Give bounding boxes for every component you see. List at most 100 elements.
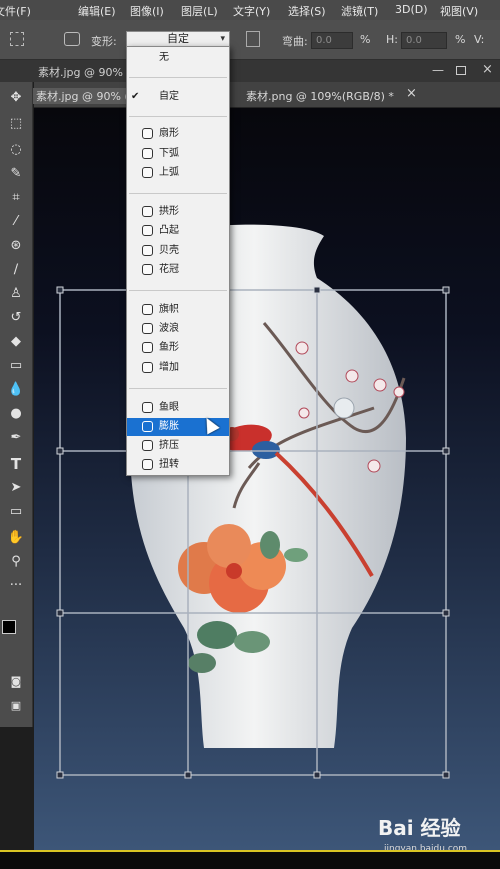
bend-percent: %: [360, 33, 371, 46]
dropdown-divider: [129, 290, 227, 291]
warp-style-dropdown: 无 ✔ 自定 扇形 下弧 上弧 拱形 凸起 贝壳 花冠 旗帜 波浪 鱼形 增加 …: [126, 46, 230, 476]
warp-style-select[interactable]: 自定 ▾: [126, 31, 230, 47]
options-bar: 变形: 弯曲: 0.0 % H: 0.0 % V:: [0, 20, 500, 60]
warp-option-bulge[interactable]: 凸起: [127, 222, 229, 240]
quick-mask-icon[interactable]: ◙: [4, 672, 28, 692]
dropdown-divider: [129, 116, 227, 117]
taskbar: [0, 850, 500, 869]
squeeze-icon: [142, 440, 153, 451]
menu-3d[interactable]: 3D(D): [395, 3, 428, 16]
fisheye-icon: [142, 402, 153, 413]
maximize-icon[interactable]: [456, 66, 466, 75]
brush-tool-icon[interactable]: ∕: [4, 260, 28, 280]
warp-label: 变形:: [91, 35, 117, 48]
warp-option-twist[interactable]: 扭转: [127, 456, 229, 474]
crop-tool-icon[interactable]: ⌗: [4, 188, 28, 208]
marquee-tool-icon[interactable]: ⬚: [4, 114, 28, 134]
pen-tool-icon[interactable]: ✒: [4, 428, 28, 448]
banner-icon: [142, 304, 153, 315]
warp-option-flag[interactable]: 花冠: [127, 261, 229, 279]
history-brush-icon[interactable]: ↺: [4, 308, 28, 328]
zoom-tool-icon[interactable]: ⚲: [4, 552, 28, 572]
h-percent: %: [455, 33, 466, 46]
bend-input[interactable]: 0.0: [311, 32, 353, 49]
stamp-tool-icon[interactable]: ♙: [4, 284, 28, 304]
warp-mode-icon[interactable]: [64, 32, 80, 46]
transform-icon[interactable]: [10, 32, 24, 46]
flag-icon: [142, 264, 153, 275]
tab-close-icon[interactable]: ×: [406, 86, 417, 101]
quick-select-tool-icon[interactable]: ✎: [4, 164, 28, 184]
menu-bar: 文件(F) 编辑(E) 图像(I) 图层(L) 文字(Y) 选择(S) 滤镜(T…: [0, 0, 500, 20]
shell-icon: [142, 245, 153, 256]
arc-lower-icon: [142, 148, 153, 159]
inflate-icon: [142, 421, 153, 432]
dropdown-divider: [129, 77, 227, 78]
more-tools-icon[interactable]: ···: [4, 576, 28, 596]
lasso-tool-icon[interactable]: ◌: [4, 140, 28, 160]
wave-icon: [142, 323, 153, 334]
move-tool-icon[interactable]: ✥: [4, 88, 28, 108]
warp-option-none[interactable]: 无: [127, 49, 229, 67]
eyedropper-tool-icon[interactable]: ⁄: [4, 212, 28, 232]
menu-edit[interactable]: 编辑(E): [78, 3, 116, 19]
tab-back-label[interactable]: 素材.jpg @ 90%: [38, 64, 123, 80]
minimize-icon[interactable]: —: [432, 63, 444, 77]
foreground-color-swatch[interactable]: [2, 620, 16, 634]
warp-option-banner[interactable]: 旗帜: [127, 301, 229, 319]
menu-image[interactable]: 图像(I): [130, 3, 164, 19]
tab-doc-1[interactable]: 素材.jpg @ 90% (: [30, 88, 135, 104]
h-input[interactable]: 0.0: [401, 32, 447, 49]
tools-panel: ✥ ⬚ ◌ ✎ ⌗ ⁄ ⊛ ∕ ♙ ↺ ◆ ▭ 💧 ● ✒ T ➤ ▭ ✋ ⚲ …: [0, 82, 33, 727]
warp-option-squeeze[interactable]: 挤压: [127, 437, 229, 455]
warp-option-wave[interactable]: 波浪: [127, 320, 229, 338]
warp-option-fish[interactable]: 鱼形: [127, 339, 229, 357]
menu-type[interactable]: 文字(Y): [233, 3, 270, 19]
warp-option-custom[interactable]: ✔ 自定: [127, 88, 229, 106]
menu-layer[interactable]: 图层(L): [181, 3, 218, 19]
arc-upper-icon: [142, 167, 153, 178]
vase-artwork: [56, 224, 450, 779]
orientation-icon[interactable]: [246, 31, 260, 47]
warp-option-fisheye[interactable]: 鱼眼: [127, 399, 229, 417]
tab-doc-2[interactable]: 素材.png @ 109%(RGB/8) *: [246, 88, 394, 104]
twist-icon: [142, 459, 153, 470]
warp-option-arch[interactable]: 拱形: [127, 203, 229, 221]
h-label: H:: [386, 33, 398, 46]
document-canvas[interactable]: [34, 108, 500, 850]
arc-icon: [142, 128, 153, 139]
document-tab-bar: 素材.jpg @ 90% ( 素材.png @ 109%(RGB/8) * ×: [30, 82, 500, 108]
eraser-tool-icon[interactable]: ◆: [4, 332, 28, 352]
blur-tool-icon[interactable]: 💧: [4, 380, 28, 400]
chevron-down-icon: ▾: [220, 34, 225, 44]
rise-icon: [142, 362, 153, 373]
hand-tool-icon[interactable]: ✋: [4, 528, 28, 548]
type-tool-icon[interactable]: T: [4, 454, 28, 474]
menu-filter[interactable]: 滤镜(T): [341, 3, 378, 19]
warp-option-arc-upper[interactable]: 上弧: [127, 164, 229, 182]
warp-style-value: 自定: [167, 32, 189, 45]
warp-option-arc-lower[interactable]: 下弧: [127, 145, 229, 163]
close-window-icon[interactable]: ×: [482, 62, 493, 77]
arch-icon: [142, 206, 153, 217]
warp-option-arc[interactable]: 扇形: [127, 125, 229, 143]
healing-tool-icon[interactable]: ⊛: [4, 236, 28, 256]
v-label: V:: [474, 33, 485, 46]
baidu-jingyan-logo: Bai 经验: [378, 816, 461, 840]
dropdown-divider: [129, 388, 227, 389]
document-tab-bar-back: 素材.jpg @ 90% — ×: [0, 60, 500, 82]
warp-option-rise[interactable]: 增加: [127, 359, 229, 377]
menu-view[interactable]: 视图(V): [440, 3, 478, 19]
fish-icon: [142, 342, 153, 353]
gradient-tool-icon[interactable]: ▭: [4, 356, 28, 376]
dodge-tool-icon[interactable]: ●: [4, 404, 28, 424]
menu-select[interactable]: 选择(S): [288, 3, 326, 19]
screen-mode-icon[interactable]: ▣: [4, 696, 28, 716]
checkmark-icon: ✔: [131, 91, 140, 102]
menu-file[interactable]: 文件(F): [0, 3, 31, 19]
path-select-icon[interactable]: ➤: [4, 478, 28, 498]
bulge-icon: [142, 225, 153, 236]
dropdown-divider: [129, 193, 227, 194]
shape-tool-icon[interactable]: ▭: [4, 502, 28, 522]
warp-option-shell[interactable]: 贝壳: [127, 242, 229, 260]
